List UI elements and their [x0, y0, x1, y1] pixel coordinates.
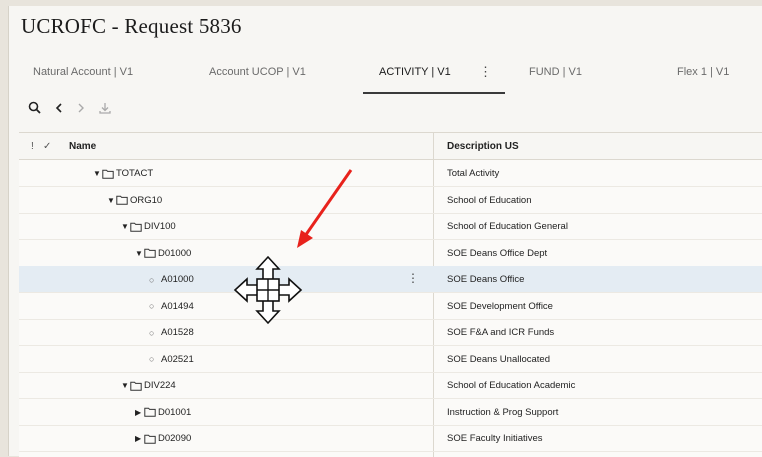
row-description-cell: SOE Development Office	[447, 300, 553, 312]
table-row[interactable]: ▼ DIV100 School of Education General	[19, 213, 762, 240]
row-description-cell: Total Activity	[447, 168, 500, 179]
folder-icon	[102, 169, 114, 179]
chevron-left-icon[interactable]	[51, 100, 67, 116]
check-column-header[interactable]: ✓	[43, 141, 51, 152]
row-name-cell: ▶ D01001	[135, 407, 191, 418]
row-description-cell: Instruction & Prog Support	[447, 406, 559, 418]
folder-icon	[116, 195, 128, 205]
caret-down-icon[interactable]: ▼	[93, 169, 102, 178]
folder-icon	[144, 407, 156, 417]
node-name: DIV224	[144, 380, 176, 391]
row-name-cell: ▼ DIV100	[121, 221, 176, 232]
folder-icon	[130, 222, 142, 232]
search-icon[interactable]	[27, 100, 43, 116]
hierarchy-grid: ! ✓ Name Description US ▼ TOTACT Total Act…	[19, 132, 762, 457]
row-name-cell: ▼ ORG10	[107, 195, 162, 206]
row-description-cell: School of Education	[447, 194, 532, 206]
row-description-cell: SOE Deans Office Dept	[447, 247, 548, 259]
row-description-cell: SOE Deans Office	[447, 274, 525, 285]
row-description-cell: School of Education General	[447, 221, 568, 232]
name-column-header[interactable]: Name	[69, 141, 96, 152]
chevron-right-icon[interactable]	[73, 100, 89, 116]
table-row[interactable]: ○ A01000 ⋮ SOE Deans Office	[19, 266, 762, 293]
description-column-header[interactable]: Description US	[447, 141, 519, 152]
table-row[interactable]: ○ A01494 SOE Development Office	[19, 293, 762, 320]
row-name-cell: ○ A01494	[149, 301, 194, 312]
leaf-node-icon: ○	[149, 327, 155, 338]
node-name: ORG10	[130, 194, 163, 206]
table-row[interactable]: ○ A02521 SOE Deans Unallocated	[19, 346, 762, 373]
node-name: A01494	[161, 300, 194, 312]
row-name-cell: ○ A01000	[149, 274, 194, 285]
node-name: A01000	[161, 274, 194, 285]
table-row[interactable]: ▼ TOTACT Total Activity	[19, 160, 762, 187]
table-row[interactable]: ▶ D02090 SOE Faculty Initiatives	[19, 425, 762, 452]
tab-activity[interactable]: ACTIVITY | V1	[379, 66, 451, 78]
node-name: A02521	[161, 353, 194, 365]
page-title: UCROFC - Request 5836	[21, 14, 242, 38]
row-name-cell: ○ A01528	[149, 327, 194, 338]
toolbar	[9, 100, 209, 122]
node-name: D02090	[158, 433, 192, 444]
caret-right-icon[interactable]: ▶	[135, 408, 144, 417]
caret-down-icon[interactable]: ▼	[135, 249, 144, 258]
caret-right-icon[interactable]: ▶	[135, 434, 144, 443]
row-description-cell: SOE Deans Unallocated	[447, 353, 550, 365]
tab-natural-account[interactable]: Natural Account | V1	[33, 66, 133, 78]
table-row[interactable]: ▼ D01000 SOE Deans Office Dept	[19, 240, 762, 267]
row-name-cell: ▼ TOTACT	[93, 168, 153, 179]
table-row[interactable]: ▶ D01001 Instruction & Prog Support	[19, 399, 762, 426]
leaf-node-icon: ○	[149, 354, 155, 364]
row-name-cell: ○ A02521	[149, 354, 194, 365]
tab-flex-1[interactable]: Flex 1 | V1	[677, 66, 729, 78]
row-description-cell: SOE F&A and ICR Funds	[447, 327, 555, 338]
grid-header: ! ✓ Name Description US	[19, 133, 762, 160]
main-panel: UCROFC - Request 5836 Natural Account | …	[8, 6, 762, 457]
node-name: D01000	[158, 247, 192, 259]
active-tab-indicator	[363, 92, 505, 94]
leaf-node-icon: ○	[149, 301, 155, 311]
flag-column-header[interactable]: !	[31, 141, 34, 152]
download-icon[interactable]	[97, 100, 113, 116]
table-row[interactable]: ▼ ORG10 School of Education	[19, 187, 762, 214]
tab-fund[interactable]: FUND | V1	[529, 66, 582, 78]
row-name-cell: ▼ D01000	[135, 248, 191, 259]
node-name: TOTACT	[116, 168, 154, 179]
node-name: DIV100	[144, 221, 176, 232]
row-name-cell: ▶ D02090	[135, 433, 191, 444]
move-cursor-icon	[233, 255, 303, 325]
folder-icon	[130, 381, 142, 391]
folder-icon	[144, 248, 156, 258]
row-description-cell: SOE Faculty Initiatives	[447, 433, 543, 444]
table-row[interactable]: ○ A01528 SOE F&A and ICR Funds	[19, 319, 762, 346]
leaf-node-icon: ○	[149, 274, 155, 285]
table-row[interactable]: ▼ DIV224 School of Education Academic	[19, 372, 762, 399]
caret-down-icon[interactable]: ▼	[121, 381, 130, 390]
caret-down-icon[interactable]: ▼	[121, 222, 130, 231]
annotation-arrow	[297, 169, 353, 248]
row-name-cell: ▼ DIV224	[121, 380, 176, 391]
tab-menu-button[interactable]: ⋮	[479, 64, 492, 80]
tab-bar: Natural Account | V1 Account UCOP | V1 A…	[9, 62, 762, 96]
row-description-cell: School of Education Academic	[447, 380, 576, 391]
folder-icon	[144, 434, 156, 444]
caret-down-icon[interactable]: ▼	[107, 196, 116, 205]
tab-account-ucop[interactable]: Account UCOP | V1	[209, 66, 306, 78]
node-name: D01001	[158, 406, 192, 418]
node-name: A01528	[161, 327, 194, 338]
row-actions-menu-button[interactable]: ⋮	[407, 271, 419, 285]
